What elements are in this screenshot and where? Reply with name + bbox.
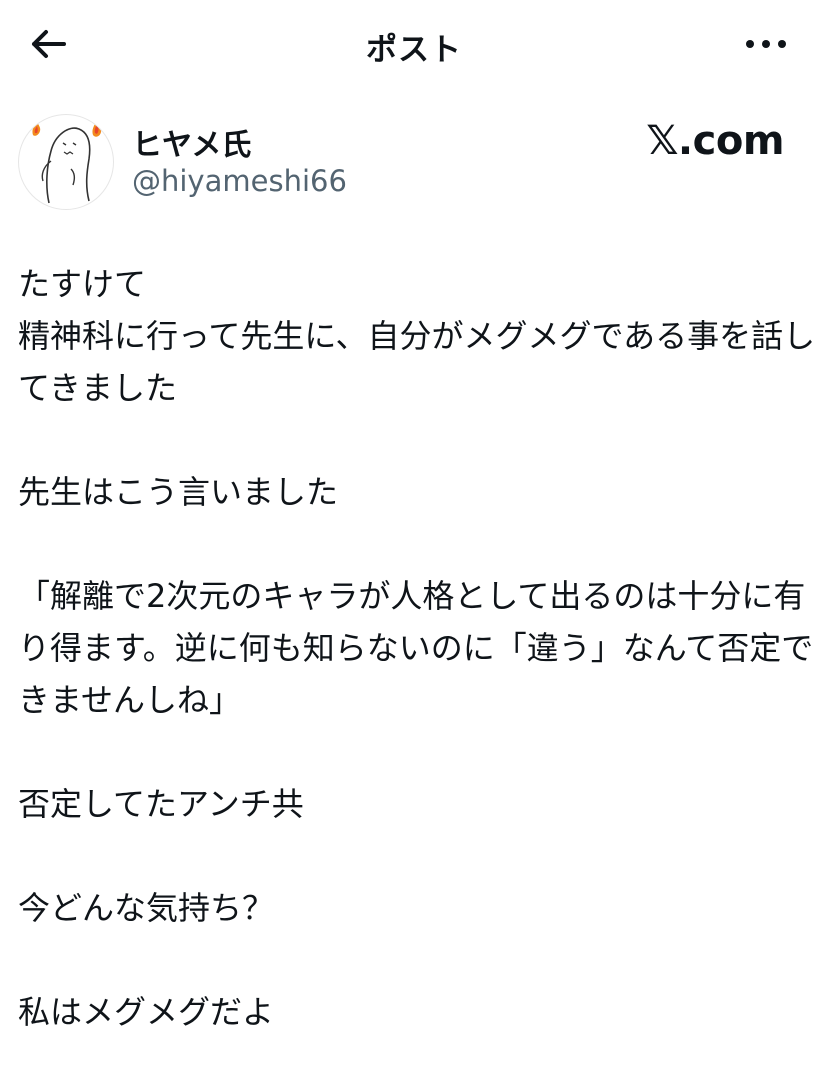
ghost-avatar-icon	[32, 119, 102, 204]
more-horizontal-icon	[746, 40, 786, 48]
author-handle[interactable]: @hiyameshi66	[132, 164, 347, 198]
post-paragraph: 先生はこう言いました	[18, 473, 339, 511]
avatar[interactable]	[18, 114, 114, 210]
top-bar: ポスト	[0, 0, 828, 90]
post-paragraph: たすけて 精神科に行って先生に、自分がメグメグである事を話してきました	[18, 265, 816, 407]
post-paragraph: 私はメグメグだよ	[18, 993, 275, 1031]
page-title: ポスト	[366, 32, 462, 68]
more-options-button[interactable]	[738, 24, 794, 64]
post-paragraph: 否定してたアンチ共	[18, 785, 304, 823]
post-paragraph: 「解離で2次元のキャラが人格として出るのは十分に有り得ます。逆に何も知らないのに…	[18, 577, 814, 719]
post-text: たすけて 精神科に行って先生に、自分がメグメグである事を話してきました 先生はこ…	[18, 258, 818, 1038]
author-display-name[interactable]: ヒヤメ氏	[132, 120, 251, 164]
x-logo: 𝕏.com	[646, 118, 784, 164]
post-paragraph: 今どんな気持ち？	[18, 889, 275, 927]
